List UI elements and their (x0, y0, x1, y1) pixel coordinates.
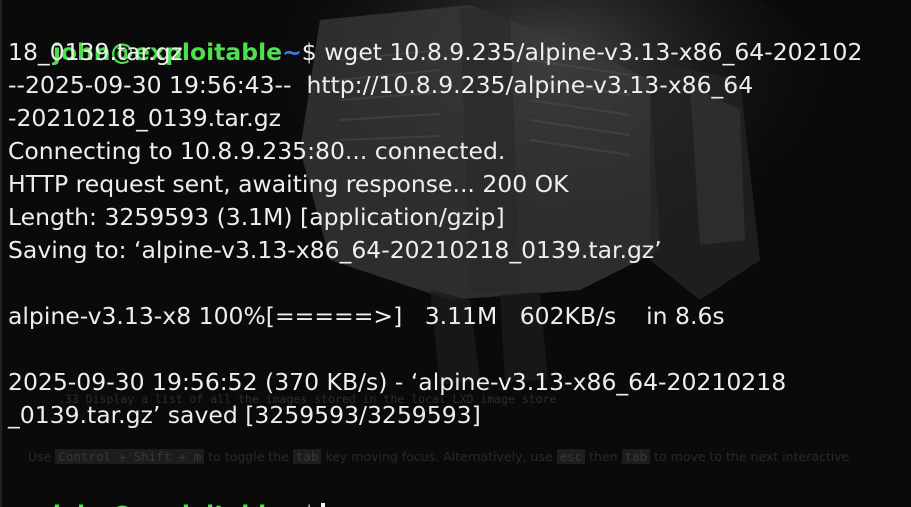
output-line: Connecting to 10.8.9.235:80... connected… (8, 137, 506, 165)
output-line: Saving to: ‘alpine-v3.13-x86_64-20210218… (8, 236, 662, 264)
output-line: 2025-09-30 19:56:52 (370 KB/s) - ‘alpine… (8, 368, 787, 396)
output-line: --2025-09-30 19:56:43-- http://10.8.9.23… (8, 71, 754, 99)
output-line: -20210218_0139.tar.gz (8, 104, 281, 132)
text-cursor[interactable] (320, 502, 325, 507)
terminal-output: john@exploitable~$ wget 10.8.9.235/alpin… (8, 3, 911, 507)
output-line: HTTP request sent, awaiting response... … (8, 170, 569, 198)
prompt-sign: $ (302, 500, 317, 507)
command-text: wget 10.8.9.235/alpine-v3.13-x86_64-2021… (316, 38, 863, 66)
prompt-user-host: john@exploitable (53, 500, 282, 507)
prompt-sign: $ (301, 38, 317, 66)
terminal-window[interactable]: .33 Display a list of all the images sto… (0, 0, 911, 507)
prompt-path: ~ (282, 500, 302, 507)
prompt-path: ~ (282, 38, 302, 66)
output-line: _0139.tar.gz’ saved [3259593/3259593] (8, 401, 481, 429)
download-progress-line: alpine-v3.13-x8 100%[=====>] 3.11M 602KB… (8, 302, 725, 330)
output-line: Length: 3259593 (3.1M) [application/gzip… (8, 203, 505, 231)
active-prompt-line[interactable]: john@exploitable~$ (8, 465, 911, 507)
command-line: john@exploitable~$ wget 10.8.9.235/alpin… (8, 3, 911, 66)
